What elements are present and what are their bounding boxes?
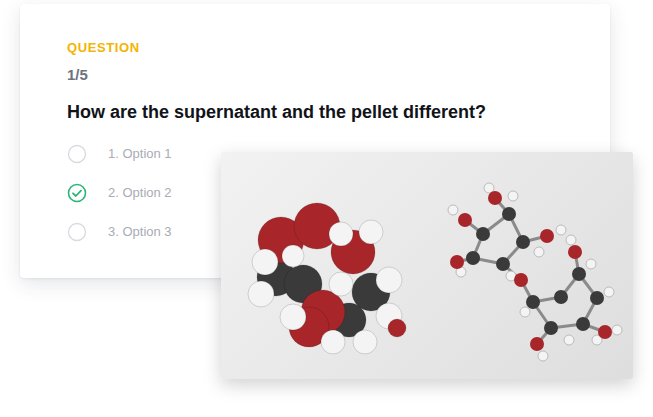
question-progress: 1/5 [67, 66, 590, 84]
option-label: 1. Option 1 [108, 145, 172, 163]
question-text: How are the supernatant and the pellet d… [67, 100, 590, 124]
radio-icon[interactable] [67, 222, 87, 242]
radio-icon[interactable] [67, 144, 87, 164]
checked-radio-icon[interactable] [67, 183, 87, 203]
option-label: 2. Option 2 [108, 184, 172, 202]
quiz-page: QUESTION 1/5 How are the supernatant and t… [0, 0, 653, 417]
molecule-picture [221, 152, 633, 379]
molecule-icon [221, 152, 633, 379]
option-label: 3. Option 3 [108, 223, 172, 241]
question-label: QUESTION [67, 40, 590, 56]
